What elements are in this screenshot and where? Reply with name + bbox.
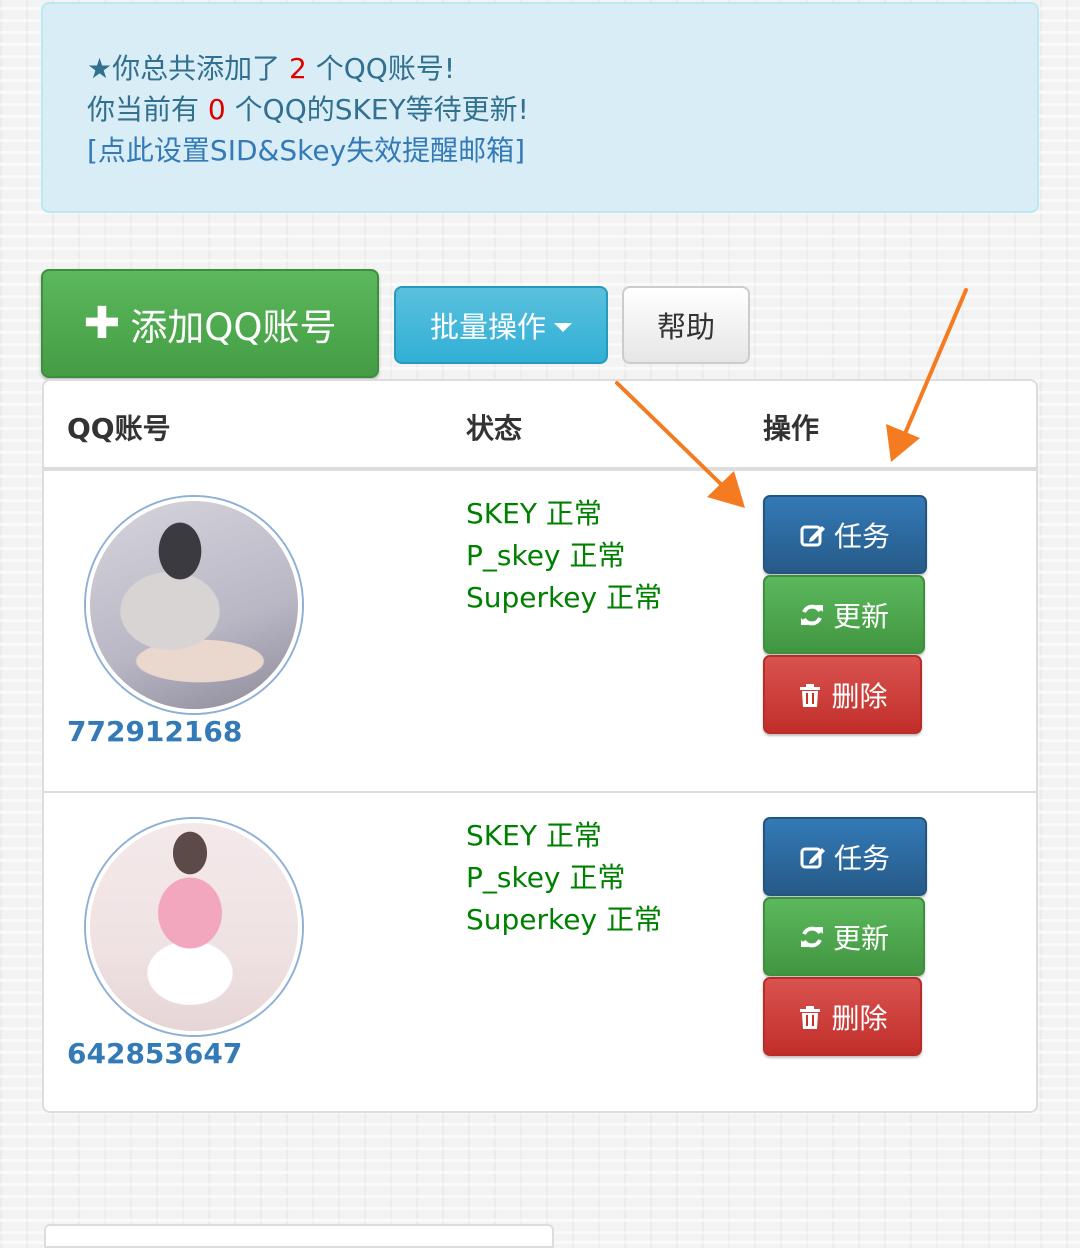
help-label: 帮助 [656,310,715,344]
edit-icon [800,847,825,868]
batch-operations-button[interactable]: 批量操作 [394,286,608,364]
email-reminder-settings-link[interactable]: [点此设置SID&Skey失效提醒邮箱] [87,134,525,167]
pending-count: 0 [207,93,226,126]
notice-alert: ★你总共添加了 2 个QQ账号! 你当前有 0 个QQ的SKEY等待更新! [点… [41,2,1039,213]
account-count-line: ★你总共添加了 2 个QQ账号! [87,48,1037,89]
plus-icon: ✚ [83,297,121,349]
account-count: 2 [289,52,307,85]
table-row: 772912168 SKEY 正常 P_skey 正常 Superkey 正常 … [44,471,1036,791]
avatar [86,497,302,713]
pskey-status: P_skey 正常 [466,539,626,572]
update-label: 更新 [832,599,889,633]
delete-button[interactable]: 删除 [763,655,922,734]
qq-number[interactable]: 772912168 [67,715,242,748]
pagination-bar [44,1224,554,1248]
trash-icon [800,683,821,707]
pending-count-line: 你当前有 0 个QQ的SKEY等待更新! [87,89,1037,130]
skey-status: SKEY 正常 [466,497,602,530]
add-qq-account-label: 添加QQ账号 [130,305,337,349]
pending-count-prefix: 你当前有 [87,93,200,126]
table-row: 642853647 SKEY 正常 P_skey 正常 Superkey 正常 … [44,793,1036,1113]
trash-icon [800,1005,821,1029]
task-button[interactable]: 任务 [763,817,927,896]
skey-status: SKEY 正常 [466,819,602,852]
refresh-icon [800,926,823,947]
superkey-status: Superkey 正常 [466,903,662,936]
status-list: SKEY 正常 P_skey 正常 Superkey 正常 [466,815,662,941]
delete-label: 删除 [831,679,888,713]
batch-operations-label: 批量操作 [429,310,546,344]
help-button[interactable]: 帮助 [622,286,750,364]
add-qq-account-button[interactable]: ✚ 添加QQ账号 [41,269,379,378]
column-header-status: 状态 [466,412,523,445]
status-list: SKEY 正常 P_skey 正常 Superkey 正常 [466,493,662,619]
accounts-table: QQ账号 状态 操作 772912168 SKEY 正常 P_skey 正常 S… [42,379,1038,1113]
edit-icon [800,525,825,546]
column-header-qq: QQ账号 [67,412,171,445]
superkey-status: Superkey 正常 [466,581,662,614]
update-button[interactable]: 更新 [763,575,925,654]
pending-count-suffix: 个QQ的SKEY等待更新! [234,93,529,126]
delete-label: 删除 [831,1001,888,1035]
caret-down-icon [554,322,572,332]
update-button[interactable]: 更新 [763,897,925,976]
pskey-status: P_skey 正常 [466,861,626,894]
qq-number[interactable]: 642853647 [67,1037,242,1070]
task-button[interactable]: 任务 [763,495,927,574]
account-count-prefix: ★你总共添加了 [87,52,281,85]
refresh-icon [800,604,823,625]
update-label: 更新 [832,921,889,955]
delete-button[interactable]: 删除 [763,977,922,1056]
task-label: 任务 [833,519,890,553]
avatar [86,819,302,1035]
account-count-suffix: 个QQ账号! [315,52,456,85]
column-header-actions: 操作 [763,412,820,445]
task-label: 任务 [833,841,890,875]
